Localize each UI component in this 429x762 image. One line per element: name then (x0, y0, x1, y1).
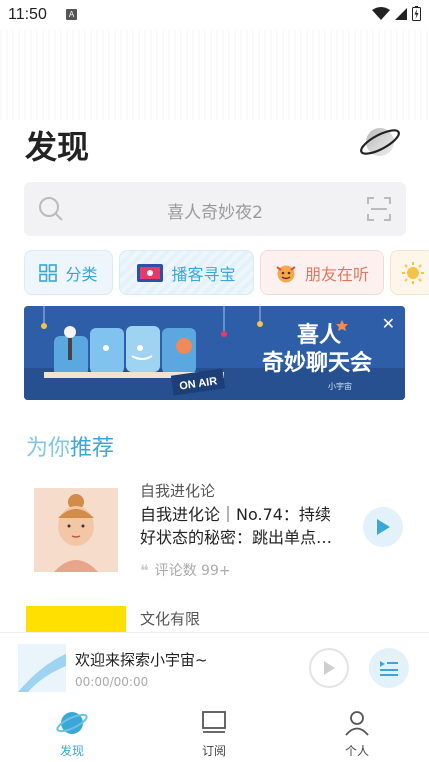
wifi-icon (372, 6, 390, 20)
category-chip[interactable]: 分类 (24, 250, 113, 295)
treasure-chip[interactable]: 播客寻宝 (119, 250, 254, 295)
recommend-section-title: 为你推荐 (26, 430, 114, 462)
episode-cover[interactable] (26, 606, 126, 632)
monitor-icon (202, 711, 226, 733)
signal-icon (395, 7, 407, 20)
friends-listening-chip[interactable]: 朋友在听 (260, 250, 384, 295)
face-icon (276, 265, 296, 282)
player-cover[interactable] (18, 644, 66, 692)
more-chip[interactable] (390, 250, 429, 295)
sun-icon (401, 261, 424, 284)
status-bar: 11:50 A (0, 0, 429, 30)
comment-count: 评论数 99+ (154, 563, 231, 579)
scan-icon[interactable] (366, 196, 392, 222)
header-decoration (0, 30, 429, 120)
treasure-chip-label: 播客寻宝 (171, 264, 236, 284)
banner-brand: 小宇宙 (328, 381, 352, 391)
episode-title[interactable]: 自我进化论｜No.74：持续好状态的秘密：跳出单点… (140, 503, 345, 549)
episode-podcast-name[interactable]: 文化有限 (140, 608, 200, 629)
treasure-icon (137, 263, 164, 282)
player-time: 00:00/00:00 (75, 675, 149, 689)
play-icon (377, 519, 390, 535)
banner-line2: 奇妙聊天会 (262, 350, 372, 376)
tab-subscriptions[interactable]: 订阅 (174, 706, 254, 759)
episode-meta: ❝ 评论数 99+ (140, 560, 231, 580)
player-title: 欢迎来探索小宇宙~ (75, 651, 208, 669)
status-time: 11:50 (8, 6, 47, 23)
banner-line1: 喜人 (297, 322, 341, 348)
status-icons (372, 6, 421, 21)
playlist-button[interactable] (369, 648, 409, 688)
tab-profile[interactable]: 个人 (317, 706, 397, 759)
player-play-button[interactable] (309, 648, 349, 688)
friends-chip-label: 朋友在听 (304, 264, 369, 284)
recommend-title-part1: 为你 (26, 436, 71, 461)
episode-podcast-name[interactable]: 自我进化论 (140, 480, 215, 501)
promo-banner[interactable]: ON AIR 喜人 奇妙聊天会 小宇宙 ✕ (24, 306, 405, 400)
planet-icon[interactable] (358, 124, 402, 160)
tab-profile-label: 个人 (344, 744, 369, 758)
mini-player[interactable]: 欢迎来探索小宇宙~ 00:00/00:00 (0, 632, 429, 700)
person-icon (345, 711, 369, 736)
playlist-icon (380, 661, 398, 676)
search-placeholder: 喜人奇妙夜2 (167, 203, 263, 223)
tab-subscriptions-label: 订阅 (201, 744, 226, 758)
play-icon (324, 661, 335, 675)
tab-discover[interactable]: 发现 (32, 706, 112, 759)
episode-cover-illustration[interactable] (34, 488, 118, 572)
quote-icon: ❝ (140, 560, 149, 580)
page-title: 发现 (25, 128, 90, 166)
close-icon[interactable]: ✕ (382, 314, 395, 333)
planet-icon (56, 712, 88, 734)
banner-artwork: ON AIR 喜人 奇妙聊天会 小宇宙 (24, 306, 405, 400)
category-chip-label: 分类 (65, 264, 98, 284)
episode-play-button[interactable] (363, 507, 403, 547)
notification-a-icon: A (66, 9, 77, 20)
search-bar[interactable]: 喜人奇妙夜2 (24, 182, 406, 236)
recommend-title-part2: 推荐 (70, 436, 115, 461)
tab-discover-label: 发现 (59, 744, 84, 758)
bottom-tab-bar: 发现 订阅 个人 (0, 700, 429, 762)
battery-icon (412, 6, 421, 21)
grid-icon (39, 263, 58, 282)
